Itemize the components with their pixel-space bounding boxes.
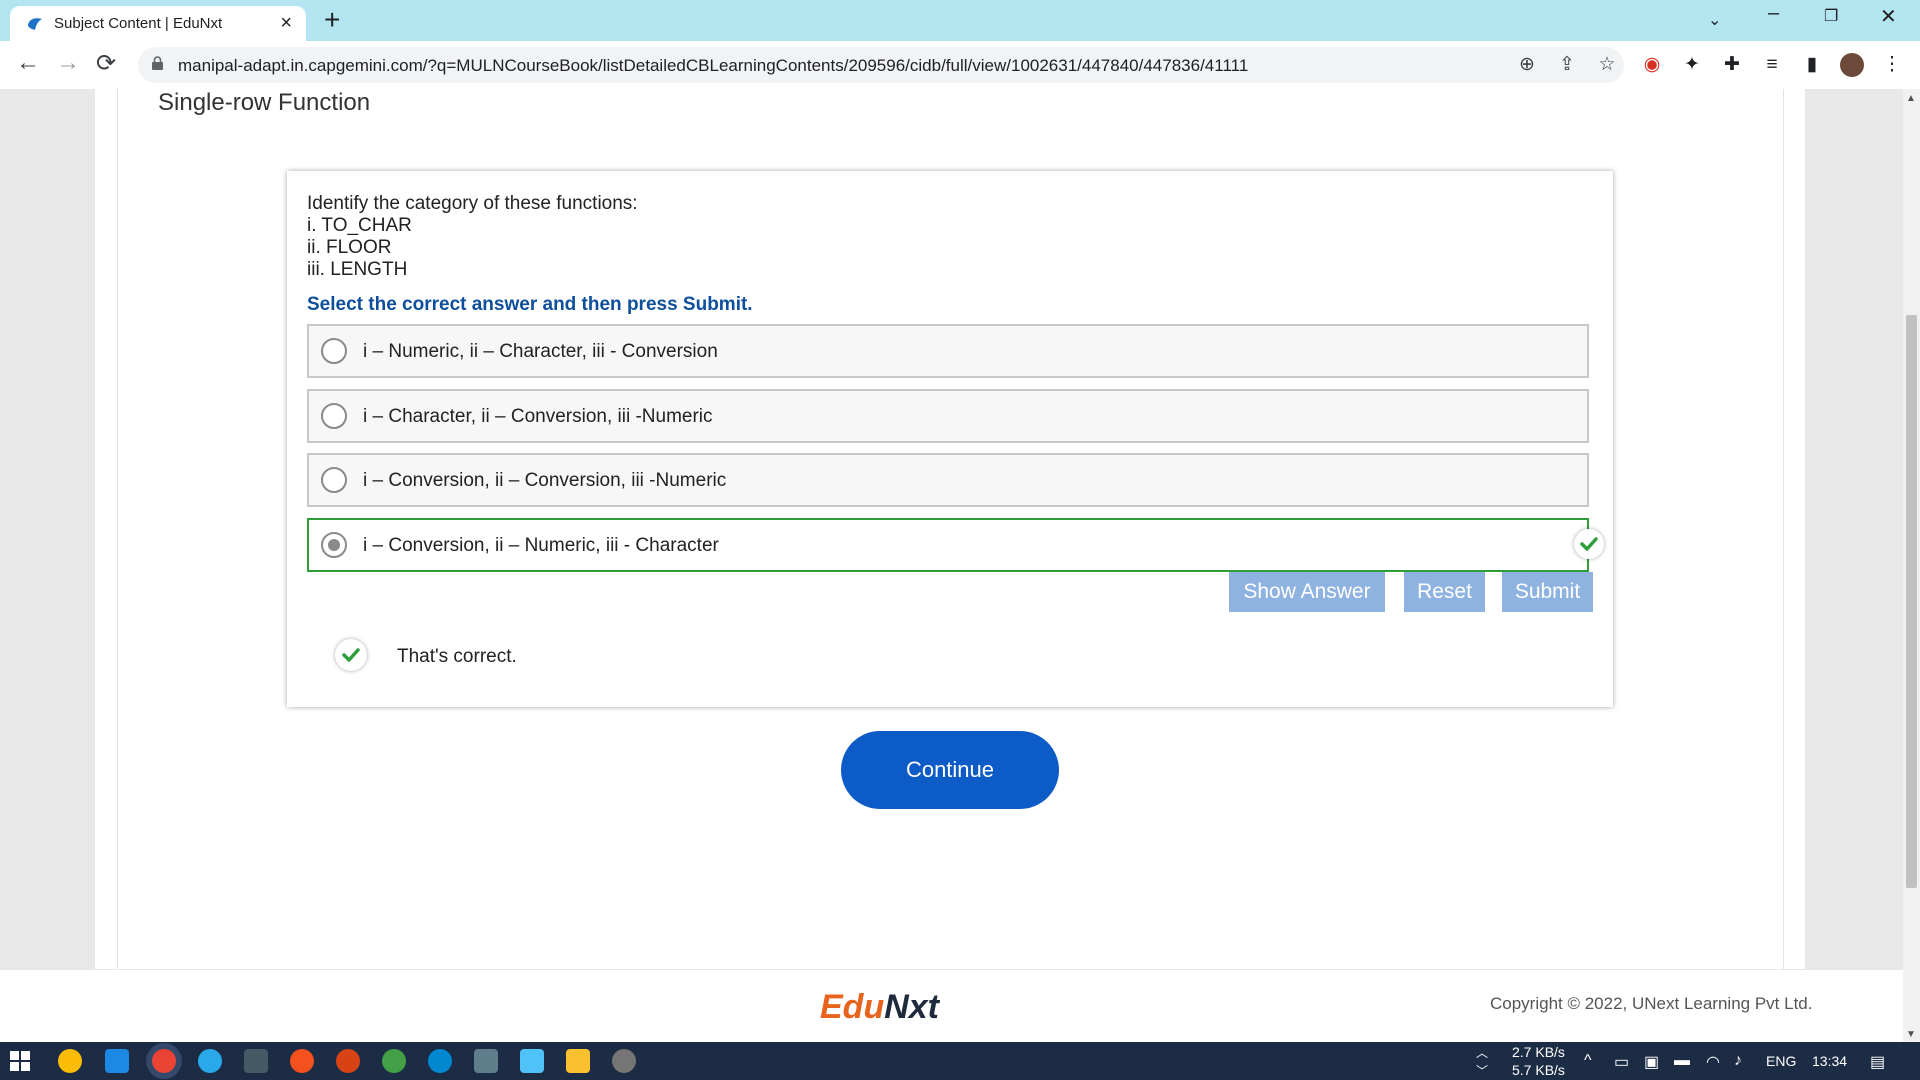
address-bar[interactable]: manipal-adapt.in.capgemini.com/?q=MULNCo…: [138, 47, 1624, 83]
network-download-speed: 5.7 KB/s: [1512, 1062, 1565, 1078]
question-card: Identify the category of these functions…: [287, 171, 1613, 707]
submit-button[interactable]: Submit: [1502, 572, 1593, 612]
back-icon[interactable]: ←: [16, 49, 40, 77]
windows-taskbar: ︿ ﹀ 2.7 KB/s 5.7 KB/s ^ ▭ ▣ ▬ ◠ ♪ ENG 13…: [0, 1042, 1920, 1080]
language-indicator[interactable]: ENG: [1766, 1053, 1796, 1069]
forward-icon[interactable]: →: [56, 49, 80, 77]
chrome-app-icon[interactable]: [58, 1049, 82, 1073]
copyright-text: Copyright © 2022, UNext Learning Pvt Ltd…: [1490, 994, 1813, 1013]
windows-start-icon[interactable]: [10, 1051, 30, 1071]
logo-part-edu: Edu: [820, 988, 885, 1026]
clock[interactable]: 13:34: [1812, 1053, 1847, 1069]
reset-button[interactable]: Reset: [1404, 572, 1485, 612]
correct-check-icon: [1574, 529, 1604, 559]
question-line: iii. LENGTH: [307, 259, 408, 280]
edge-app-icon[interactable]: [428, 1049, 452, 1073]
page-title: Single-row Function: [158, 89, 371, 116]
postman-app-icon[interactable]: [290, 1049, 314, 1073]
chrome-active-app-icon[interactable]: [152, 1049, 176, 1073]
new-tab-icon[interactable]: +: [324, 4, 340, 36]
obs-app-icon[interactable]: [612, 1049, 636, 1073]
option-label: i – Conversion, ii – Conversion, iii -Nu…: [363, 470, 727, 491]
reload-icon[interactable]: ⟳: [96, 49, 116, 78]
close-window-icon[interactable]: ✕: [1880, 4, 1897, 29]
question-line: Identify the category of these functions…: [307, 193, 638, 214]
extension-icon[interactable]: ✦: [1680, 53, 1704, 77]
scroll-down-icon[interactable]: ▼: [1906, 1029, 1916, 1040]
option-label: i – Conversion, ii – Numeric, iii - Char…: [363, 535, 719, 556]
bookmark-star-icon[interactable]: ☆: [1596, 53, 1618, 75]
scroll-up-icon[interactable]: ▲: [1906, 93, 1916, 104]
page-footer: EduNxt Copyright © 2022, UNext Learning …: [0, 970, 1903, 1042]
utorrent-app-icon[interactable]: [382, 1049, 406, 1073]
radio-button[interactable]: [321, 338, 347, 364]
edunxt-logo: EduNxt: [820, 988, 939, 1027]
question-line: i. TO_CHAR: [307, 215, 412, 236]
lock-icon: [152, 56, 163, 70]
pocket-extension-icon[interactable]: ◉: [1640, 53, 1664, 77]
minimize-icon[interactable]: –: [1768, 2, 1779, 25]
radio-button[interactable]: [321, 467, 347, 493]
network-up-icon: ︿: [1476, 1046, 1489, 1060]
tab-title: Subject Content | EduNxt: [54, 15, 223, 32]
pdf-app-icon[interactable]: [336, 1049, 360, 1073]
scrollbar-thumb[interactable]: [1906, 315, 1917, 888]
url-text: manipal-adapt.in.capgemini.com/?q=MULNCo…: [178, 56, 1249, 75]
page-scrollbar[interactable]: ▲ ▼: [1903, 89, 1920, 1042]
tab-search-icon[interactable]: ⌄: [1708, 10, 1721, 30]
checkmark-icon: [1580, 537, 1598, 551]
notification-icon[interactable]: ▤: [1870, 1052, 1885, 1072]
side-panel-icon[interactable]: ▮: [1800, 53, 1824, 77]
inkscape-app-icon[interactable]: [244, 1049, 268, 1073]
menu-kebab-icon[interactable]: ⋮: [1880, 53, 1904, 77]
answer-option-1[interactable]: i – Numeric, ii – Character, iii - Conve…: [307, 324, 1589, 378]
instruction-text: Select the correct answer and then press…: [307, 294, 753, 315]
network-down-icon: ﹀: [1476, 1064, 1489, 1078]
radio-button-selected[interactable]: [321, 532, 347, 558]
radio-button[interactable]: [321, 403, 347, 429]
vscode-app-icon[interactable]: [105, 1049, 129, 1073]
answer-option-4[interactable]: i – Conversion, ii – Numeric, iii - Char…: [307, 518, 1589, 572]
tablet-icon[interactable]: ▭: [1614, 1052, 1629, 1072]
browser-tab[interactable]: Subject Content | EduNxt ×: [10, 6, 306, 41]
checkmark-icon: [342, 648, 360, 662]
browser-tab-strip: Subject Content | EduNxt × + ⌄ – ❐ ✕: [0, 0, 1920, 41]
network-upload-speed: 2.7 KB/s: [1512, 1044, 1565, 1060]
question-line: ii. FLOOR: [307, 237, 392, 258]
restore-icon[interactable]: ❐: [1824, 6, 1838, 26]
show-hidden-icons-icon[interactable]: ^: [1584, 1052, 1592, 1070]
tab-close-icon[interactable]: ×: [280, 12, 292, 35]
file-explorer-app-icon[interactable]: [566, 1049, 590, 1073]
question-text: Identify the category of these functions…: [307, 193, 638, 281]
logo-part-nxt: Nxt: [884, 988, 940, 1026]
answer-option-3[interactable]: i – Conversion, ii – Conversion, iii -Nu…: [307, 453, 1589, 507]
screen-app-icon[interactable]: [474, 1049, 498, 1073]
volume-icon[interactable]: ♪: [1734, 1052, 1742, 1070]
zoom-icon[interactable]: ⊕: [1516, 53, 1538, 75]
meet-now-icon[interactable]: ▣: [1644, 1052, 1659, 1072]
media-control-icon[interactable]: ≡: [1760, 53, 1784, 77]
page-viewport: Single-row Function Identify the categor…: [0, 89, 1920, 1042]
profile-avatar[interactable]: [1840, 53, 1864, 77]
show-answer-button[interactable]: Show Answer: [1229, 572, 1385, 612]
photos-app-icon[interactable]: [520, 1049, 544, 1073]
telegram-app-icon[interactable]: [198, 1049, 222, 1073]
continue-button[interactable]: Continue: [841, 731, 1059, 809]
share-icon[interactable]: ⇪: [1556, 53, 1578, 75]
feedback-check-icon: [335, 639, 367, 671]
puzzle-extensions-icon[interactable]: ✚: [1720, 53, 1744, 77]
edunxt-favicon-icon: [28, 18, 42, 30]
browser-toolbar: ← → ⟳ manipal-adapt.in.capgemini.com/?q=…: [0, 41, 1920, 90]
battery-icon[interactable]: ▬: [1674, 1052, 1690, 1070]
option-label: i – Numeric, ii – Character, iii - Conve…: [363, 341, 718, 362]
wifi-icon[interactable]: ◠: [1706, 1052, 1720, 1072]
feedback-text: That's correct.: [397, 646, 517, 667]
answer-option-2[interactable]: i – Character, ii – Conversion, iii -Num…: [307, 389, 1589, 443]
option-label: i – Character, ii – Conversion, iii -Num…: [363, 406, 713, 427]
